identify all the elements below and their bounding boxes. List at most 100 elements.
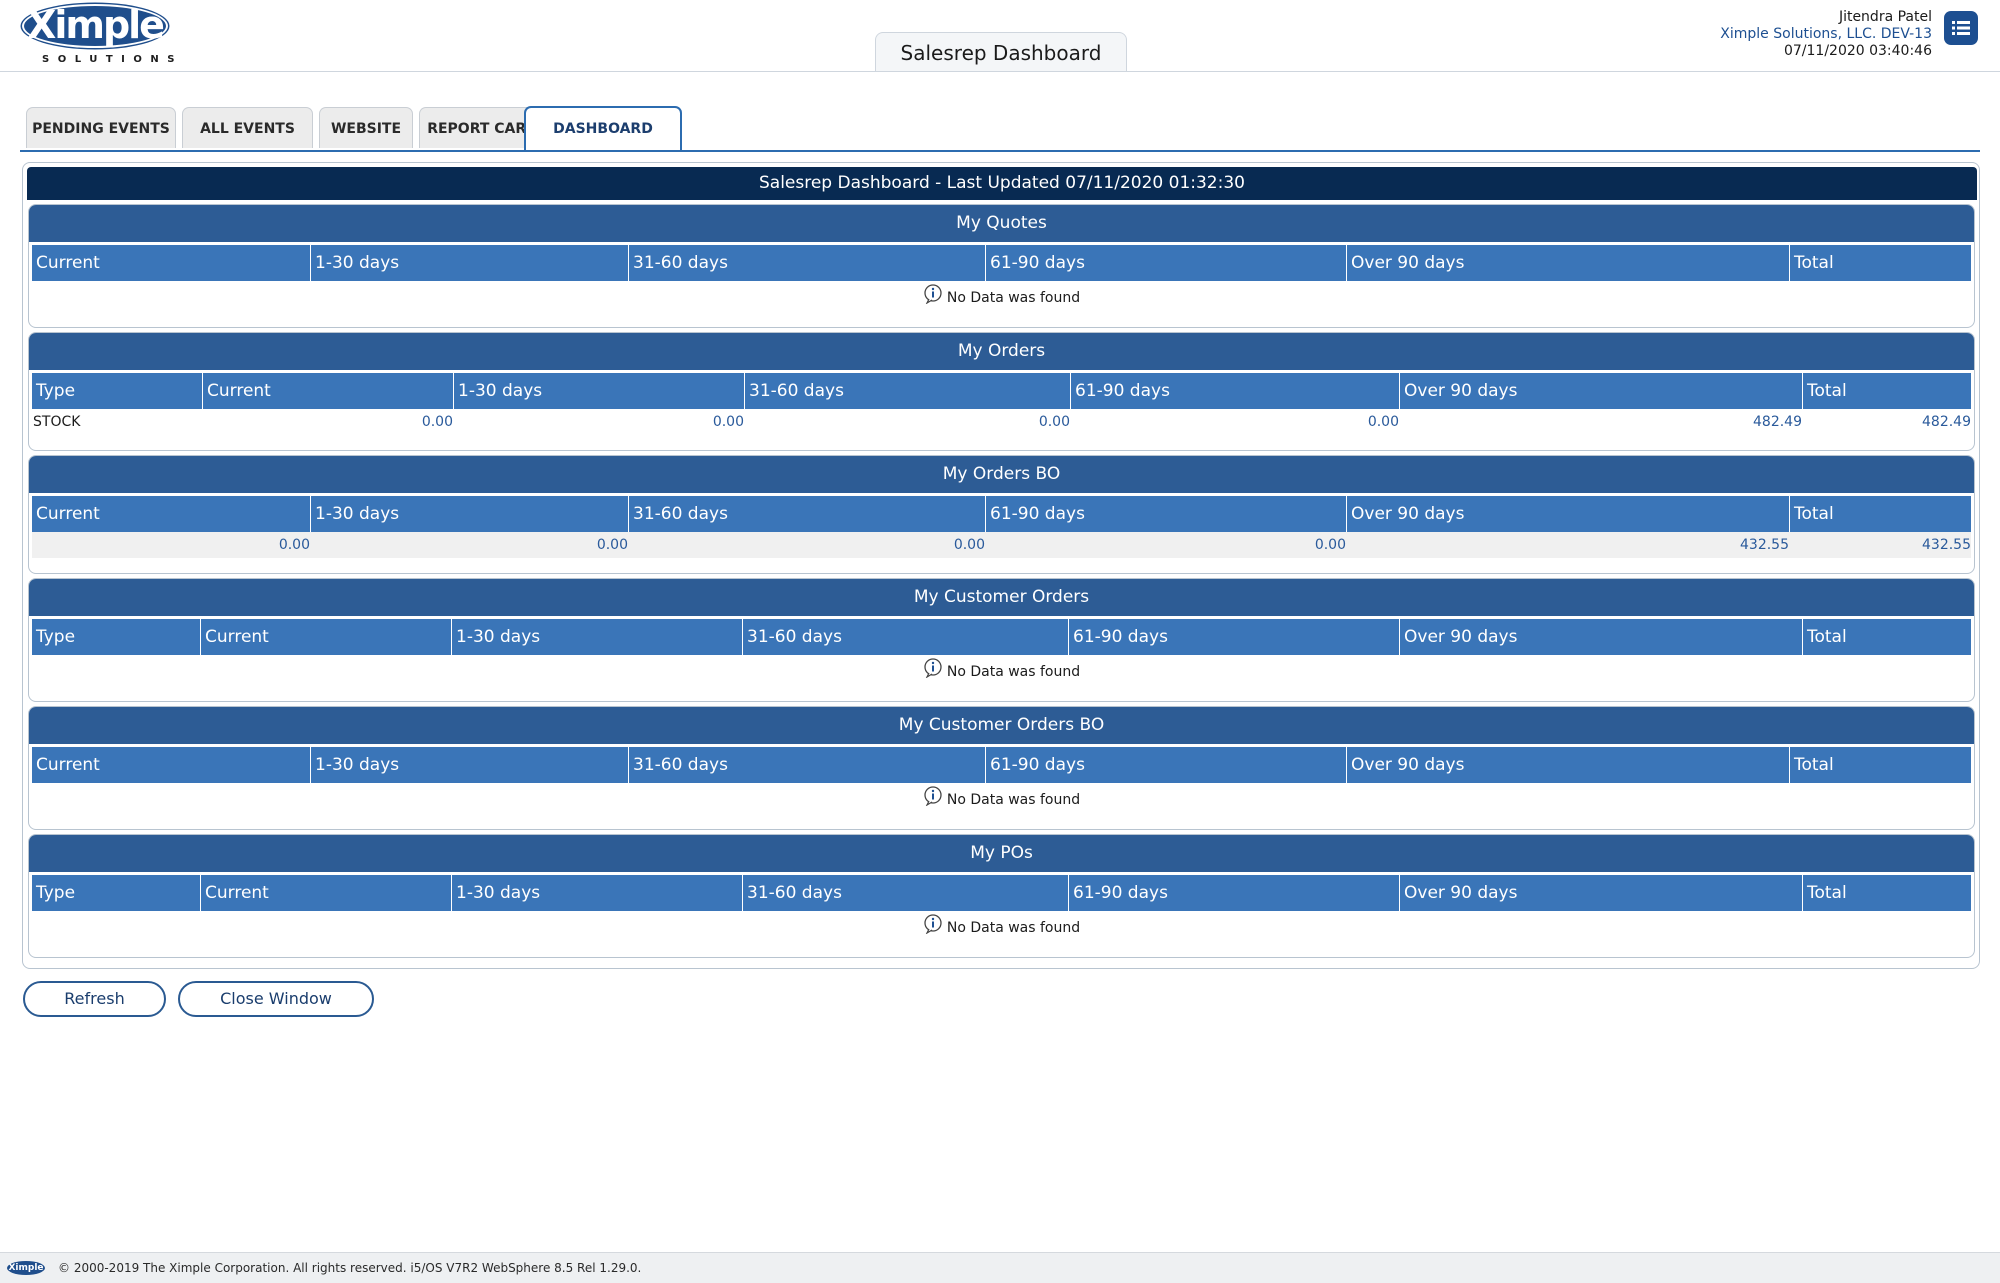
tab-divider [20, 150, 1980, 152]
table-header: Type Current 1-30 days 31-60 days 61-90 … [32, 872, 1971, 911]
footer: Ximple © 2000-2019 The Ximple Corporatio… [0, 1252, 2000, 1283]
tab-website[interactable]: WEBSITE [319, 107, 413, 148]
column-header[interactable]: Total [1789, 747, 1971, 783]
cell-1-30[interactable]: 0.00 [453, 409, 744, 435]
list-menu-button[interactable] [1944, 11, 1978, 45]
section-my-orders-bo: My Orders BO Current 1-30 days 31-60 day… [28, 455, 1975, 574]
section-title: My Quotes [29, 205, 1974, 242]
cell-1-30[interactable]: 0.00 [310, 532, 628, 558]
section-title: My Customer Orders [29, 579, 1974, 616]
section-my-pos: My POs Type Current 1-30 days 31-60 days… [28, 834, 1975, 958]
section-title: My Customer Orders BO [29, 707, 1974, 744]
cell-31-60[interactable]: 0.00 [628, 532, 985, 558]
cell-over-90[interactable]: 432.55 [1346, 532, 1789, 558]
column-header[interactable]: 61-90 days [985, 747, 1346, 783]
user-info: Jitendra Patel Ximple Solutions, LLC. DE… [1720, 9, 1932, 60]
section-title: My POs [29, 835, 1974, 872]
page-title-tab: Salesrep Dashboard [875, 32, 1127, 71]
no-data-text: No Data was found [946, 290, 1081, 306]
table-header: Current 1-30 days 31-60 days 61-90 days … [32, 744, 1971, 783]
no-data-row: No Data was found [32, 281, 1971, 315]
column-header[interactable]: Over 90 days [1346, 496, 1789, 532]
column-header[interactable]: 1-30 days [451, 619, 742, 655]
no-data-row: No Data was found [32, 783, 1971, 817]
column-header[interactable]: 1-30 days [451, 875, 742, 911]
info-icon [923, 657, 943, 691]
column-header[interactable]: 31-60 days [628, 747, 985, 783]
column-header[interactable]: Total [1802, 373, 1971, 409]
column-header[interactable]: Current [200, 875, 451, 911]
column-header[interactable]: 31-60 days [742, 619, 1068, 655]
column-header[interactable]: 31-60 days [744, 373, 1070, 409]
column-header[interactable]: 1-30 days [310, 747, 628, 783]
column-header[interactable]: Current [202, 373, 453, 409]
cell-total[interactable]: 432.55 [1789, 532, 1971, 558]
no-data-row: No Data was found [32, 911, 1971, 945]
logo-wordmark: Ximple [27, 3, 165, 47]
cell-31-60[interactable]: 0.00 [744, 409, 1070, 435]
cell-over-90[interactable]: 482.49 [1399, 409, 1802, 435]
table-row[interactable]: 0.00 0.00 0.00 0.00 432.55 432.55 [32, 532, 1971, 558]
tab-dashboard[interactable]: DASHBOARD [524, 106, 682, 151]
cell-61-90[interactable]: 0.00 [985, 532, 1346, 558]
column-header[interactable]: Over 90 days [1399, 619, 1802, 655]
info-icon [923, 785, 943, 819]
column-header[interactable]: 31-60 days [742, 875, 1068, 911]
user-name: Jitendra Patel [1838, 9, 1932, 25]
section-my-customer-orders-bo: My Customer Orders BO Current 1-30 days … [28, 706, 1975, 830]
section-title: My Orders BO [29, 456, 1974, 493]
info-icon [923, 913, 943, 947]
ximple-logo[interactable]: Ximple SOLUTIONS [20, 2, 183, 68]
table-header: Type Current 1-30 days 31-60 days 61-90 … [32, 616, 1971, 655]
column-header[interactable]: Current [200, 619, 451, 655]
column-header[interactable]: Type [32, 373, 202, 409]
cell-61-90[interactable]: 0.00 [1070, 409, 1399, 435]
column-header[interactable]: Over 90 days [1346, 747, 1789, 783]
info-icon [923, 283, 943, 317]
column-header[interactable]: Over 90 days [1399, 373, 1802, 409]
column-header[interactable]: 1-30 days [453, 373, 744, 409]
column-header[interactable]: Type [32, 875, 200, 911]
cell-total[interactable]: 482.49 [1802, 409, 1971, 435]
column-header[interactable]: 61-90 days [1068, 875, 1399, 911]
column-header[interactable]: Type [32, 619, 200, 655]
column-header[interactable]: 61-90 days [985, 496, 1346, 532]
column-header[interactable]: 61-90 days [1070, 373, 1399, 409]
section-title: My Orders [29, 333, 1974, 370]
column-header[interactable]: 1-30 days [310, 245, 628, 281]
column-header[interactable]: Total [1789, 245, 1971, 281]
column-header[interactable]: Current [32, 245, 310, 281]
cell-current[interactable]: 0.00 [202, 409, 453, 435]
copyright-text: © 2000-2019 The Ximple Corporation. All … [58, 1261, 642, 1275]
table-row[interactable]: STOCK 0.00 0.00 0.00 0.00 482.49 482.49 [32, 409, 1971, 435]
column-header[interactable]: Current [32, 747, 310, 783]
column-header[interactable]: 61-90 days [985, 245, 1346, 281]
no-data-text: No Data was found [946, 920, 1081, 936]
column-header[interactable]: 31-60 days [628, 245, 985, 281]
tab-all-events[interactable]: ALL EVENTS [182, 107, 313, 148]
column-header[interactable]: Total [1802, 875, 1971, 911]
close-window-button[interactable]: Close Window [178, 981, 374, 1017]
column-header[interactable]: Total [1802, 619, 1971, 655]
section-my-orders: My Orders Type Current 1-30 days 31-60 d… [28, 332, 1975, 451]
no-data-text: No Data was found [946, 792, 1081, 808]
section-my-customer-orders: My Customer Orders Type Current 1-30 day… [28, 578, 1975, 702]
list-menu-icon [1952, 21, 1970, 35]
column-header[interactable]: 1-30 days [310, 496, 628, 532]
cell-current[interactable]: 0.00 [32, 532, 310, 558]
table-header: Current 1-30 days 31-60 days 61-90 days … [32, 493, 1971, 532]
refresh-button[interactable]: Refresh [23, 981, 166, 1017]
column-header[interactable]: 61-90 days [1068, 619, 1399, 655]
dashboard-title: Salesrep Dashboard - Last Updated 07/11/… [27, 167, 1977, 200]
footer-logo: Ximple [7, 1261, 45, 1275]
table-header: Current 1-30 days 31-60 days 61-90 days … [32, 242, 1971, 281]
column-header[interactable]: Over 90 days [1346, 245, 1789, 281]
column-header[interactable]: 31-60 days [628, 496, 985, 532]
tab-pending-events[interactable]: PENDING EVENTS [26, 107, 176, 148]
company-name: Ximple Solutions, LLC. DEV-13 [1720, 26, 1932, 42]
logo-subtext: SOLUTIONS [42, 54, 183, 65]
app-header: Ximple SOLUTIONS Salesrep Dashboard Jite… [0, 0, 2000, 72]
column-header[interactable]: Total [1789, 496, 1971, 532]
column-header[interactable]: Over 90 days [1399, 875, 1802, 911]
column-header[interactable]: Current [32, 496, 310, 532]
